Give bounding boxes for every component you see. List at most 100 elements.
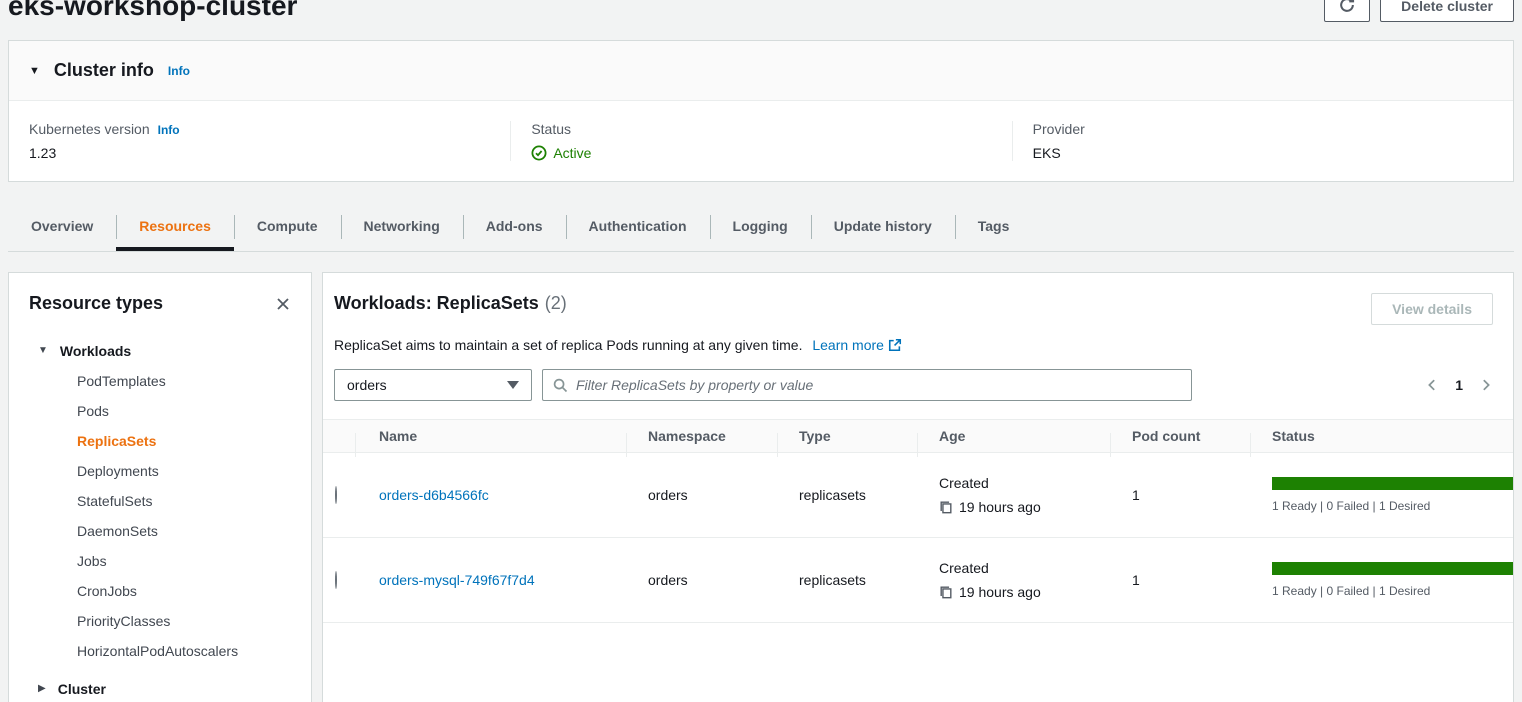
cluster-info-title: Cluster info (54, 60, 154, 81)
learn-more-link[interactable]: Learn more (812, 337, 884, 353)
row-status: 1 Ready | 0 Failed | 1 Desired (1250, 562, 1513, 598)
sidebar-item-jobs[interactable]: Jobs (29, 546, 291, 576)
status-progress-bar (1272, 562, 1513, 575)
provider-value: EKS (1033, 145, 1493, 161)
col-header-namespace[interactable]: Namespace (626, 428, 777, 444)
close-icon[interactable] (275, 296, 291, 312)
copy-icon[interactable] (939, 500, 953, 514)
resource-tree: ▼ Workloads PodTemplates Pods ReplicaSet… (29, 336, 291, 702)
tree-group-label: Workloads (60, 336, 131, 366)
caret-down-icon: ▼ (38, 336, 48, 366)
refresh-button[interactable] (1324, 0, 1370, 22)
resource-types-sidebar: Resource types ▼ Workloads PodTemplates … (8, 272, 312, 702)
sidebar-item-pods[interactable]: Pods (29, 396, 291, 426)
status-badge: Active (531, 145, 991, 161)
refresh-icon (1338, 0, 1356, 17)
cluster-info-header[interactable]: ▼ Cluster info Info (9, 41, 1513, 101)
page-title: eks-workshop-cluster (8, 0, 1514, 22)
header-actions: Delete cluster (1324, 0, 1514, 22)
tree-group-workloads[interactable]: ▼ Workloads (29, 336, 291, 366)
table-header: Name Namespace Type Age Pod count Status (323, 419, 1513, 453)
kubernetes-version-value: 1.23 (29, 145, 490, 161)
status-label: Status (531, 121, 571, 137)
panel-count: (2) (545, 293, 567, 314)
sidebar-item-deployments[interactable]: Deployments (29, 456, 291, 486)
view-details-button[interactable]: View details (1371, 293, 1493, 325)
row-pod-count: 1 (1110, 487, 1250, 503)
col-header-age[interactable]: Age (917, 428, 1110, 444)
row-namespace: orders (626, 487, 777, 503)
col-header-name[interactable]: Name (355, 428, 626, 444)
status-progress-bar (1272, 477, 1513, 490)
row-type: replicasets (777, 572, 917, 588)
row-age: Created 19 hours ago (917, 560, 1110, 600)
replicasets-table: Name Namespace Type Age Pod count Status… (323, 419, 1513, 623)
sidebar-item-podtemplates[interactable]: PodTemplates (29, 366, 291, 396)
page-header: eks-workshop-cluster Delete cluster (8, 0, 1514, 22)
search-input[interactable] (576, 377, 1181, 393)
sidebar-item-priorityclasses[interactable]: PriorityClasses (29, 606, 291, 636)
provider-label: Provider (1033, 121, 1085, 137)
caret-right-icon: ▶ (38, 674, 46, 702)
age-label: Created (939, 475, 1110, 491)
sidebar-item-horizontalpodautoscalers[interactable]: HorizontalPodAutoscalers (29, 636, 291, 666)
external-link-icon (888, 338, 902, 355)
row-status: 1 Ready | 0 Failed | 1 Desired (1250, 477, 1513, 513)
replicaset-link[interactable]: orders-d6b4566fc (379, 487, 489, 503)
current-page[interactable]: 1 (1455, 377, 1463, 393)
col-header-status[interactable]: Status (1250, 428, 1513, 444)
age-value: 19 hours ago (959, 499, 1041, 515)
cluster-info-body: Kubernetes version Info 1.23 Status Acti… (9, 101, 1513, 181)
tab-add-ons[interactable]: Add-ons (463, 206, 566, 251)
previous-page-icon[interactable] (1425, 378, 1439, 392)
col-header-pod-count[interactable]: Pod count (1110, 428, 1250, 444)
next-page-icon[interactable] (1479, 378, 1493, 392)
cluster-tabs: Overview Resources Compute Networking Ad… (8, 206, 1514, 252)
namespace-filter-dropdown[interactable]: orders (334, 369, 532, 401)
tab-networking[interactable]: Networking (341, 206, 463, 251)
search-icon (553, 378, 568, 393)
replicaset-link[interactable]: orders-mysql-749f67f7d4 (379, 572, 535, 588)
row-radio[interactable] (335, 571, 337, 589)
row-age: Created 19 hours ago (917, 475, 1110, 515)
row-type: replicasets (777, 487, 917, 503)
status-note: 1 Ready | 0 Failed | 1 Desired (1272, 499, 1513, 513)
sidebar-item-cronjobs[interactable]: CronJobs (29, 576, 291, 606)
tab-overview[interactable]: Overview (8, 206, 116, 251)
field-status: Status Active (510, 121, 1011, 161)
check-circle-icon (531, 145, 547, 161)
resource-types-title: Resource types (29, 293, 163, 314)
age-value: 19 hours ago (959, 584, 1041, 600)
age-label: Created (939, 560, 1110, 576)
collapse-caret-icon: ▼ (29, 65, 40, 77)
pagination: 1 (1425, 377, 1493, 393)
copy-icon[interactable] (939, 585, 953, 599)
status-value: Active (553, 145, 591, 161)
tree-group-cluster[interactable]: ▶ Cluster (29, 674, 291, 702)
sidebar-item-replicasets[interactable]: ReplicaSets (29, 426, 291, 456)
field-provider: Provider EKS (1012, 121, 1513, 161)
dropdown-caret-icon (507, 381, 519, 389)
row-namespace: orders (626, 572, 777, 588)
tree-group-label: Cluster (58, 674, 106, 702)
tab-resources[interactable]: Resources (116, 206, 234, 251)
tab-authentication[interactable]: Authentication (566, 206, 710, 251)
dropdown-value: orders (347, 377, 387, 393)
sidebar-item-daemonsets[interactable]: DaemonSets (29, 516, 291, 546)
panel-title: Workloads: ReplicaSets (334, 293, 539, 314)
tab-tags[interactable]: Tags (955, 206, 1033, 251)
cluster-info-panel: ▼ Cluster info Info Kubernetes version I… (8, 40, 1514, 182)
tab-compute[interactable]: Compute (234, 206, 341, 251)
kubernetes-version-info-link[interactable]: Info (158, 123, 180, 137)
table-row: orders-d6b4566fc orders replicasets Crea… (323, 453, 1513, 538)
row-pod-count: 1 (1110, 572, 1250, 588)
col-header-type[interactable]: Type (777, 428, 917, 444)
cluster-info-info-link[interactable]: Info (168, 64, 190, 78)
tab-logging[interactable]: Logging (710, 206, 811, 251)
delete-cluster-button[interactable]: Delete cluster (1380, 0, 1514, 22)
row-radio[interactable] (335, 486, 337, 504)
status-note: 1 Ready | 0 Failed | 1 Desired (1272, 584, 1513, 598)
search-box (542, 369, 1192, 401)
tab-update-history[interactable]: Update history (811, 206, 955, 251)
sidebar-item-statefulsets[interactable]: StatefulSets (29, 486, 291, 516)
